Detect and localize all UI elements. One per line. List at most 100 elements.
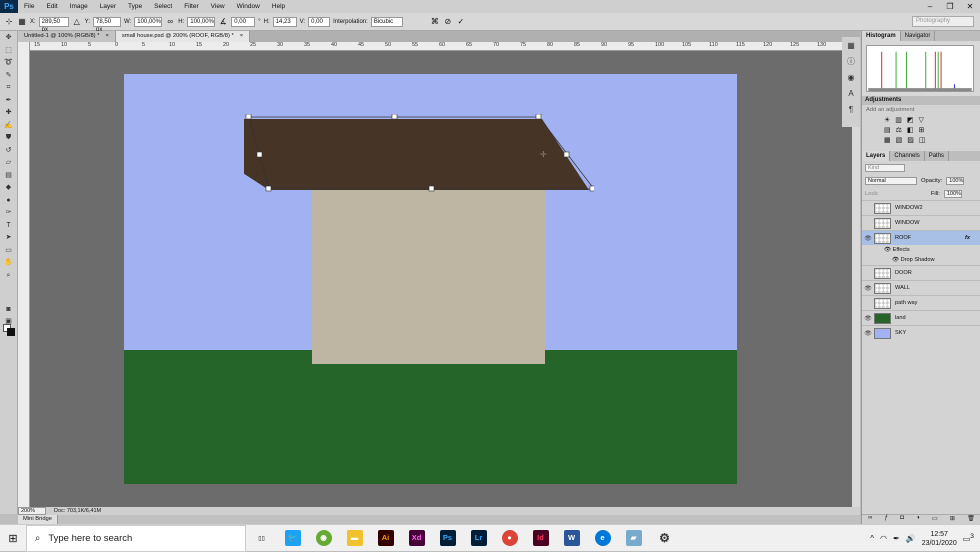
tab-paths[interactable]: Paths <box>925 151 950 161</box>
layer-name[interactable]: ROOF <box>895 235 911 241</box>
notification-icon[interactable]: ▭3 <box>963 533 974 544</box>
angle-field[interactable]: 0,00 <box>231 16 256 27</box>
menu-layer[interactable]: Layer <box>94 3 122 10</box>
layer-name[interactable]: WINDOW2 <box>895 205 923 211</box>
marquee-tool-icon[interactable]: ⬚ <box>3 45 15 56</box>
reference-point-icon[interactable]: ▦ <box>17 17 27 27</box>
eye-icon[interactable]: 👁 <box>862 235 874 242</box>
blend-mode-select[interactable]: Normal <box>865 176 917 185</box>
color-balance-icon[interactable]: ⚖ <box>896 126 902 134</box>
info-panel-icon[interactable]: ⓘ <box>845 56 857 68</box>
new-adjustment-icon[interactable]: ◑ <box>916 515 920 524</box>
interpolation-select[interactable]: Bicubic <box>370 16 403 27</box>
close-tab-icon[interactable]: × <box>240 33 243 39</box>
black-white-icon[interactable]: ◧ <box>907 126 914 134</box>
layer-row-door[interactable]: DOOR <box>862 265 980 280</box>
eyedropper-tool-icon[interactable]: ✒ <box>3 95 15 106</box>
eye-icon[interactable]: 👁 <box>862 330 874 337</box>
eye-icon[interactable]: 👁 <box>884 247 893 253</box>
opacity-field[interactable]: 100% <box>946 176 965 185</box>
gradient-map-icon[interactable]: ◫ <box>919 136 926 144</box>
close-button[interactable]: ✕ <box>960 0 980 13</box>
properties-panel-icon[interactable]: ◉ <box>845 72 857 84</box>
layer-row-window[interactable]: WINDOW <box>862 215 980 230</box>
pen-tool-icon[interactable]: ✑ <box>3 207 15 218</box>
photoshop-taskbar-icon[interactable]: Ps <box>432 525 463 552</box>
delta-icon[interactable]: △ <box>72 17 82 27</box>
layer-row-land[interactable]: 👁 land <box>862 310 980 325</box>
channel-mixer-icon[interactable]: ⊞ <box>919 126 925 134</box>
layer-row-roof[interactable]: 👁 ROOF fx <box>862 230 980 245</box>
hand-tool-icon[interactable]: ✋ <box>3 257 15 268</box>
task-view-icon[interactable]: ▯▯ <box>246 525 277 552</box>
lasso-tool-icon[interactable]: ➰ <box>3 57 15 68</box>
healing-tool-icon[interactable]: ✚ <box>3 107 15 118</box>
chrome-icon[interactable]: ● <box>494 525 525 552</box>
hue-sat-icon[interactable]: ▤ <box>884 126 891 134</box>
transform-handle[interactable] <box>563 151 570 158</box>
transform-handle[interactable] <box>589 185 594 192</box>
stamp-tool-icon[interactable]: ⛊ <box>3 132 15 143</box>
tab-histogram[interactable]: Histogram <box>862 31 901 41</box>
restore-button[interactable]: ❐ <box>940 0 960 13</box>
shape-tool-icon[interactable]: ▭ <box>3 245 15 256</box>
doc-tab-untitled[interactable]: Untitled-1 @ 100% (RGB/8) * × <box>18 31 116 42</box>
menu-help[interactable]: Help <box>266 3 291 10</box>
roof-transform[interactable]: ✛ <box>244 114 594 198</box>
drop-shadow-row[interactable]: 👁 Drop Shadow <box>862 255 980 265</box>
file-explorer-icon[interactable]: ▬ <box>339 525 370 552</box>
tab-navigator[interactable]: Navigator <box>901 31 936 41</box>
menu-file[interactable]: File <box>18 3 40 10</box>
volume-icon[interactable]: 🔊 <box>906 534 916 543</box>
zoom-tool-icon[interactable]: ⌕ <box>3 270 15 281</box>
transform-handle[interactable] <box>245 114 252 120</box>
layer-name[interactable]: DOOR <box>895 270 912 276</box>
mini-bridge-tab[interactable]: Mini Bridge <box>18 515 58 524</box>
character-panel-icon[interactable]: A <box>845 88 857 100</box>
chrome-alt-icon[interactable]: ◉ <box>308 525 339 552</box>
move-tool-icon[interactable]: ✥ <box>3 32 15 43</box>
layer-row-path-way[interactable]: path way <box>862 295 980 310</box>
xd-icon[interactable]: Xd <box>401 525 432 552</box>
transform-handle[interactable] <box>256 151 263 158</box>
warp-icon[interactable]: ⌘ <box>430 17 440 27</box>
hskew-field[interactable]: 14,23 <box>272 16 297 27</box>
eye-icon[interactable]: 👁 <box>892 257 901 263</box>
add-mask-icon[interactable]: ◘ <box>900 515 904 524</box>
posterize-icon[interactable]: ▧ <box>896 136 903 144</box>
word-icon[interactable]: W <box>556 525 587 552</box>
close-tab-icon[interactable]: × <box>105 33 108 39</box>
menu-filter[interactable]: Filter <box>178 3 204 10</box>
roof-shape[interactable] <box>244 119 589 190</box>
workspace-select[interactable]: Photography <box>912 16 974 27</box>
quick-select-tool-icon[interactable]: ✎ <box>3 70 15 81</box>
kind-filter[interactable]: Kind <box>865 163 905 172</box>
menu-view[interactable]: View <box>205 3 231 10</box>
fx-icon[interactable]: fx <box>965 235 970 241</box>
history-panel-icon[interactable]: ▦ <box>845 40 857 52</box>
transform-handle[interactable] <box>391 114 398 120</box>
delete-layer-icon[interactable]: 🗑 <box>967 515 975 524</box>
tab-channels[interactable]: Channels <box>890 151 925 161</box>
menu-select[interactable]: Select <box>148 3 178 10</box>
vskew-field[interactable]: 0,00 <box>308 16 331 27</box>
levels-icon[interactable]: ▥ <box>895 116 902 124</box>
eraser-tool-icon[interactable]: ▱ <box>3 157 15 168</box>
background-color-swatch[interactable] <box>7 328 15 336</box>
type-tool-icon[interactable]: T <box>3 220 15 231</box>
layer-name[interactable]: path way <box>895 300 917 306</box>
zoom-field[interactable]: 200% <box>18 507 46 515</box>
layer-name[interactable]: land <box>895 315 906 321</box>
x-field[interactable]: 289,50 px <box>38 16 69 33</box>
move-tool-preset-icon[interactable]: ⊹ <box>4 17 14 27</box>
y-field[interactable]: 78,50 px <box>93 16 122 33</box>
cancel-transform-icon[interactable]: ⊘ <box>443 17 453 27</box>
layer-row-sky[interactable]: 👁 SKY <box>862 325 980 340</box>
doc-size-info[interactable]: Doc: 703,1K/6,41M <box>54 508 101 514</box>
menu-window[interactable]: Window <box>231 3 266 10</box>
vibrance-icon[interactable]: ▽ <box>919 116 924 124</box>
tab-layers[interactable]: Layers <box>862 151 891 161</box>
layer-name[interactable]: WINDOW <box>895 220 920 226</box>
brightness-icon[interactable]: ☀ <box>884 116 890 124</box>
indesign-icon[interactable]: Id <box>525 525 556 552</box>
